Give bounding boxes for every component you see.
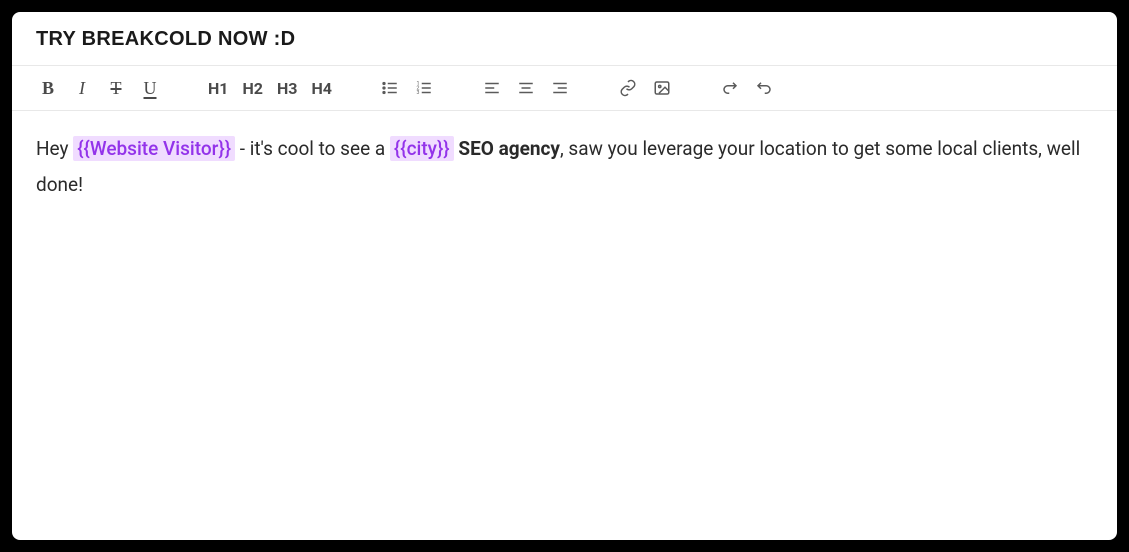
h2-button[interactable]: H2 [240, 76, 264, 100]
image-button[interactable] [650, 76, 674, 100]
title-row [12, 12, 1117, 66]
h4-button[interactable]: H4 [309, 76, 333, 100]
align-left-button[interactable] [480, 76, 504, 100]
undo-button[interactable] [752, 76, 776, 100]
body-text: Hey [36, 137, 73, 160]
list-group: 1 2 3 [378, 76, 436, 100]
h3-button[interactable]: H3 [275, 76, 299, 100]
subject-input[interactable] [36, 28, 1093, 51]
svg-text:3: 3 [416, 90, 419, 96]
underline-button[interactable]: U [138, 76, 162, 100]
align-group [480, 76, 572, 100]
insert-group [616, 76, 674, 100]
redo-button[interactable] [718, 76, 742, 100]
align-center-button[interactable] [514, 76, 538, 100]
text-style-group: B I T U [36, 76, 162, 100]
bold-button[interactable]: B [36, 76, 60, 100]
body-text: - it's cool to see a [235, 137, 390, 160]
history-group [718, 76, 776, 100]
variable-token-visitor[interactable]: {{Website Visitor}} [73, 136, 235, 161]
heading-group: H1 H2 H3 H4 [206, 76, 334, 100]
link-button[interactable] [616, 76, 640, 100]
h1-button[interactable]: H1 [206, 76, 230, 100]
numbered-list-button[interactable]: 1 2 3 [412, 76, 436, 100]
bullet-list-button[interactable] [378, 76, 402, 100]
strikethrough-button[interactable]: T [104, 76, 128, 100]
email-editor: B I T U H1 H2 H3 H4 1 2 [12, 12, 1117, 540]
body-bold: SEO agency [458, 137, 560, 160]
align-right-button[interactable] [548, 76, 572, 100]
toolbar: B I T U H1 H2 H3 H4 1 2 [12, 66, 1117, 111]
italic-button[interactable]: I [70, 76, 94, 100]
variable-token-city[interactable]: {{city}} [390, 136, 454, 161]
editor-body[interactable]: Hey {{Website Visitor}} - it's cool to s… [12, 111, 1117, 540]
